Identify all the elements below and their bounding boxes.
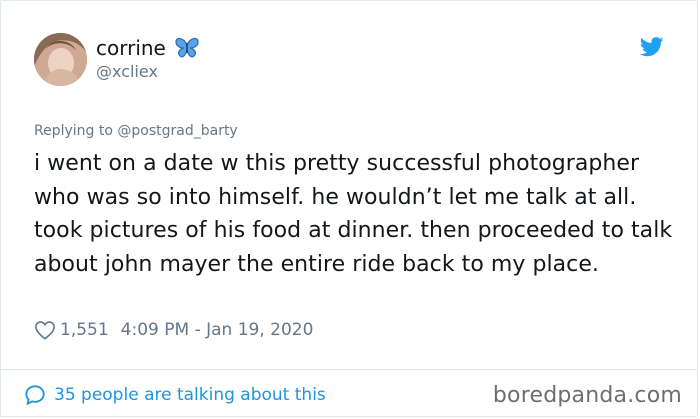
user-handle[interactable]: @xcliex bbox=[96, 62, 158, 82]
tweet-text: i went on a date w this pretty successfu… bbox=[34, 151, 673, 277]
divider bbox=[1, 369, 697, 370]
tweet-card: corrine @xcliex Replying to @postgrad_ba… bbox=[0, 0, 698, 417]
butterfly-icon bbox=[175, 37, 199, 58]
timestamp[interactable]: 4:09 PM - Jan 19, 2020 bbox=[121, 319, 314, 341]
avatar-image bbox=[34, 33, 87, 86]
conversation-text[interactable]: 35 people are talking about this bbox=[54, 384, 326, 406]
watermark: boredpanda.com bbox=[492, 383, 682, 408]
display-name[interactable]: corrine bbox=[96, 36, 200, 60]
speech-bubble-icon bbox=[25, 385, 45, 406]
heart-icon[interactable] bbox=[34, 320, 56, 340]
display-name-text[interactable]: corrine bbox=[96, 36, 166, 60]
tweet-meta: 1,551 4:09 PM - Jan 19, 2020 bbox=[34, 319, 313, 341]
like-count: 1,551 bbox=[60, 320, 109, 340]
replying-to[interactable]: Replying to @postgrad_barty bbox=[34, 122, 238, 140]
avatar[interactable] bbox=[34, 33, 87, 86]
conversation-link[interactable]: 35 people are talking about this bbox=[24, 384, 326, 406]
twitter-bird-icon[interactable] bbox=[640, 36, 664, 58]
